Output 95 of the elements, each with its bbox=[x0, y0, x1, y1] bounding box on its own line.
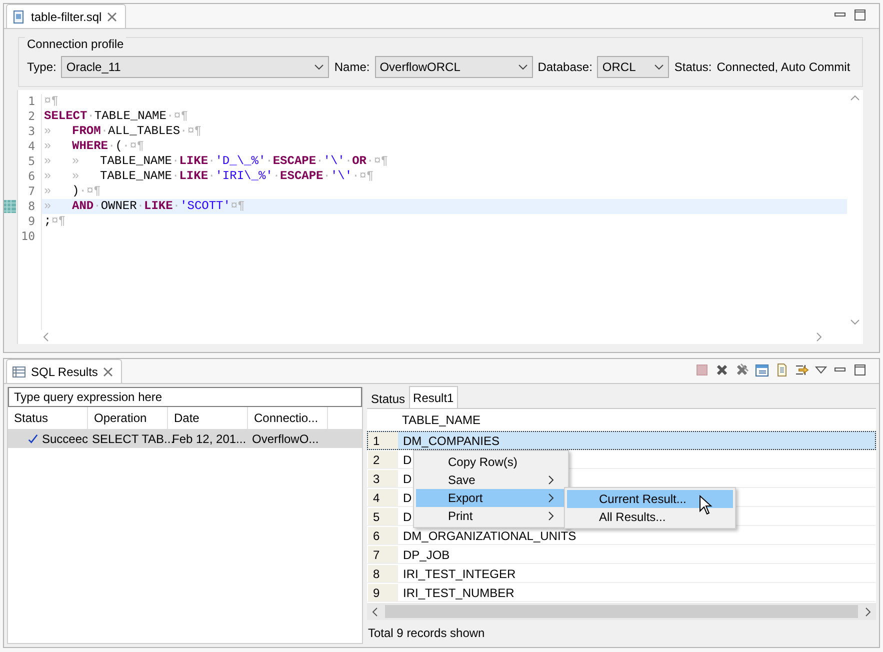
records-count: Total 9 records shown bbox=[367, 625, 486, 642]
table-cell-text: DM_COMPANIES bbox=[402, 432, 500, 449]
result-row[interactable]: 9 IRI_TEST_NUMBER bbox=[367, 583, 876, 602]
scroll-left-icon[interactable] bbox=[371, 606, 379, 616]
result-row[interactable]: 6 DM_ORGANIZATIONAL_UNITS bbox=[367, 526, 876, 545]
result-row[interactable]: 7 DP_JOB bbox=[367, 545, 876, 564]
line-number: 4 bbox=[27, 139, 36, 154]
row-number: 5 bbox=[368, 508, 398, 525]
scroll-right-icon[interactable] bbox=[815, 332, 823, 342]
dropdown[interactable]: OverflowORCL bbox=[374, 56, 533, 78]
close-icon[interactable] bbox=[106, 12, 117, 22]
row-number: 8 bbox=[368, 565, 398, 582]
maximize-icon[interactable] bbox=[853, 363, 867, 377]
scroll-left-icon[interactable] bbox=[42, 332, 50, 342]
remove-all-icon[interactable] bbox=[735, 363, 749, 377]
table-cell-text: D bbox=[402, 508, 412, 525]
group-title: Connection profile bbox=[25, 37, 126, 51]
row-number: 6 bbox=[368, 527, 398, 544]
scroll-up-icon[interactable] bbox=[850, 94, 860, 102]
results-tab[interactable]: SQL Results bbox=[6, 359, 122, 383]
horizontal-scrollbar[interactable] bbox=[367, 603, 876, 620]
field-label: Type: bbox=[27, 60, 56, 74]
result-row[interactable]: 1 DM_COMPANIES bbox=[367, 431, 876, 450]
dropdown[interactable]: Oracle_11 bbox=[61, 56, 330, 78]
scroll-right-icon[interactable] bbox=[864, 606, 872, 616]
row-number: 3 bbox=[368, 470, 398, 487]
line-number: 6 bbox=[27, 169, 36, 184]
table-cell-text: IRI_TEST_INTEGER bbox=[402, 566, 516, 582]
history-row[interactable]: Succeec SELECT TAB...Feb 12, 201... OverflowO... bbox=[8, 429, 362, 448]
code-line: » FROM·ALL_TABLES·¤¶ bbox=[43, 124, 203, 139]
menu-item[interactable]: Save bbox=[416, 471, 566, 489]
maximize-icon[interactable] bbox=[853, 8, 867, 22]
close-icon[interactable] bbox=[102, 366, 113, 376]
field-label: Name: bbox=[334, 60, 370, 74]
query-filter-field[interactable]: Type query expression here bbox=[8, 387, 362, 407]
line-number: 10 bbox=[20, 229, 36, 244]
code-line: SELECT·TABLE_NAME·¤¶ bbox=[43, 109, 190, 124]
table-cell-text: D bbox=[402, 470, 412, 487]
results-tab-title: SQL Results bbox=[31, 364, 98, 378]
table-cell-text: D bbox=[402, 452, 412, 468]
stop-icon bbox=[695, 363, 709, 377]
code-line: ;¤¶ bbox=[43, 214, 67, 229]
table-cell: SELECT TAB... bbox=[92, 432, 174, 446]
code-line: » )·¤¶ bbox=[43, 184, 102, 199]
pin-arrows-icon[interactable] bbox=[795, 363, 809, 377]
field-label: Database: bbox=[538, 60, 592, 74]
code-line: » WHERE·(·¤¶ bbox=[43, 139, 146, 154]
line-number: 2 bbox=[27, 109, 36, 124]
window-icon[interactable] bbox=[755, 363, 769, 377]
menu-item[interactable]: Current Result... bbox=[567, 490, 733, 508]
remove-icon[interactable] bbox=[715, 363, 729, 377]
caret-icon bbox=[314, 63, 324, 71]
row-number: 7 bbox=[368, 546, 398, 563]
menu-item[interactable]: Export bbox=[416, 489, 566, 507]
status-value: Connected, Auto Commit bbox=[716, 60, 850, 74]
column-header[interactable]: TABLE_NAME bbox=[397, 409, 480, 431]
sql-file-icon bbox=[12, 10, 26, 24]
editor-tab-title: table-filter.sql bbox=[31, 10, 102, 24]
row-number: 2 bbox=[368, 451, 398, 468]
row-number: 9 bbox=[368, 584, 398, 601]
menu-item[interactable]: Print bbox=[416, 507, 566, 525]
checkmark-icon bbox=[28, 432, 38, 444]
code-line: » » TABLE_NAME·LIKE·'D_\_%'·ESCAPE·'\'·OR·¤¶ bbox=[43, 154, 390, 169]
table-cell-text: IRI_TEST_NUMBER bbox=[402, 584, 514, 601]
menu-item[interactable]: All Results... bbox=[567, 508, 733, 526]
editor-tab[interactable]: table-filter.sql bbox=[6, 4, 126, 28]
table-cell: Succeec bbox=[42, 432, 88, 446]
line-number: 8 bbox=[27, 199, 36, 214]
dropdown[interactable]: ORCL bbox=[597, 56, 670, 78]
line-number: 7 bbox=[27, 184, 36, 199]
code-line: » » TABLE_NAME·LIKE·'IRI\_%'·ESCAPE·'\'·¤¶ bbox=[43, 169, 375, 184]
menu-item[interactable]: Copy Row(s) bbox=[416, 453, 566, 471]
view-menu-icon[interactable] bbox=[815, 365, 827, 375]
table-icon bbox=[12, 364, 26, 378]
table-cell: Feb 12, 201... bbox=[172, 432, 246, 446]
table-cell-text: D bbox=[402, 490, 412, 506]
caret-icon bbox=[654, 63, 664, 71]
caret-icon bbox=[518, 63, 528, 71]
code-line: ¤¶ bbox=[43, 94, 60, 109]
result-tab[interactable]: Result1 bbox=[409, 386, 458, 408]
mouse-pointer-icon bbox=[699, 495, 713, 515]
line-number: 3 bbox=[27, 124, 36, 139]
document-icon[interactable] bbox=[775, 363, 789, 377]
table-cell-text: DM_ORGANIZATIONAL_UNITS bbox=[402, 528, 576, 544]
row-number: 4 bbox=[368, 489, 398, 506]
row-number: 1 bbox=[368, 432, 398, 449]
line-number: 1 bbox=[27, 94, 36, 109]
line-number: 5 bbox=[27, 154, 36, 169]
current-line-marker-icon bbox=[4, 200, 16, 213]
result-row[interactable]: 8 IRI_TEST_INTEGER bbox=[367, 564, 876, 583]
status-label: Status: bbox=[674, 60, 712, 74]
table-cell-text: DP_JOB bbox=[402, 546, 450, 563]
table-cell: OverflowO... bbox=[252, 432, 319, 446]
scroll-down-icon[interactable] bbox=[850, 318, 860, 326]
line-number: 9 bbox=[27, 214, 36, 229]
